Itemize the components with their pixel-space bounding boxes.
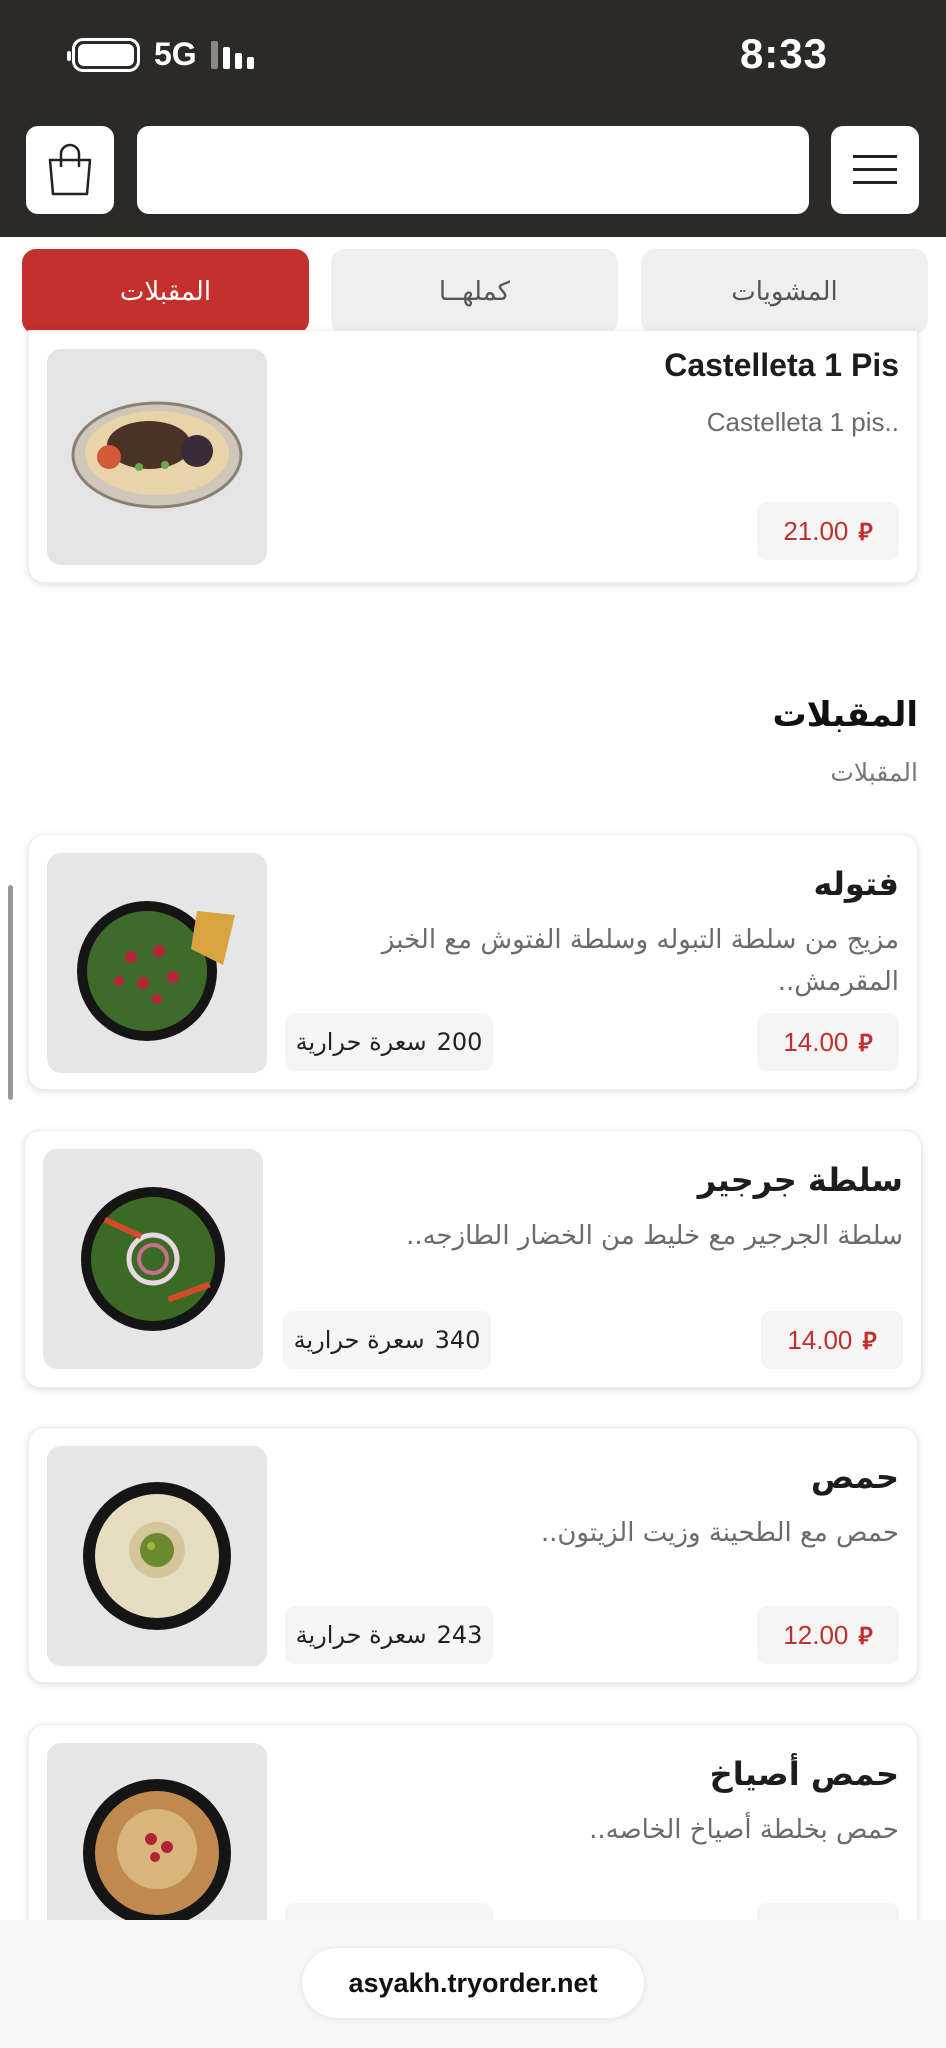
item-title: Castelleta 1 Pis <box>664 347 899 383</box>
app-header: 5G 8:33 <box>0 0 946 237</box>
item-title: سلطة جرجير <box>697 1161 903 1199</box>
item-description: مزيج من سلطة التبوله وسلطة الفتوش مع الخ… <box>381 925 899 997</box>
riyal-icon: ⃁ <box>858 517 873 546</box>
calories-value: 200 <box>436 1028 483 1056</box>
tab-grills[interactable]: المشويات <box>641 249 928 334</box>
item-image <box>43 1149 263 1369</box>
item-image <box>47 1446 267 1666</box>
section-subtitle: المقبلات <box>830 758 918 787</box>
calories-badge: 243 سعرة حرارية <box>285 1606 493 1664</box>
calories-unit: سعرة حرارية <box>295 1621 427 1649</box>
price-value: 14.00 <box>787 1324 853 1355</box>
item-image <box>47 853 267 1073</box>
signal-icon <box>210 40 254 69</box>
hamburger-menu-icon <box>853 155 897 184</box>
price-badge: 12.00 ⃁ <box>757 1606 899 1664</box>
calories-badge: 200 سعرة حرارية <box>285 1013 493 1071</box>
scroll-indicator[interactable] <box>8 885 13 1100</box>
item-image <box>47 349 267 565</box>
menu-item-card[interactable]: حمص حمص مع الطحينة وزيت الزيتون.. 12.00 … <box>28 1427 918 1683</box>
menu-item-card[interactable]: سلطة جرجير سلطة الجرجير مع خليط من الخضا… <box>24 1130 922 1388</box>
shopping-bag-icon <box>48 143 92 196</box>
price-value: 21.00 <box>783 515 849 546</box>
url-bar[interactable]: asyakh.tryorder.net <box>302 1948 644 2018</box>
riyal-icon: ⃁ <box>858 1028 873 1057</box>
item-title: حمص أصياخ <box>709 1755 899 1793</box>
menu-button[interactable] <box>831 126 919 214</box>
calories-value: 243 <box>436 1621 483 1649</box>
tab-all[interactable]: كملهــا <box>331 249 618 334</box>
price-badge: 21.00 ⃁ <box>757 502 899 560</box>
tab-appetizers[interactable]: المقبلات <box>22 249 309 334</box>
network-label: 5G <box>154 36 197 72</box>
price-badge: 14.00 ⃁ <box>757 1013 899 1071</box>
menu-item-card[interactable]: فتوله مزيج من سلطة التبوله وسلطة الفتوش … <box>28 834 918 1090</box>
item-title: حمص <box>810 1458 899 1496</box>
calories-value: 340 <box>434 1326 481 1354</box>
search-input[interactable] <box>137 126 809 214</box>
status-left: 5G <box>67 36 254 73</box>
item-description: سلطة الجرجير مع خليط من الخضار الطازجه.. <box>406 1221 903 1251</box>
item-title: فتوله <box>813 865 900 903</box>
status-time: 8:33 <box>739 30 828 77</box>
cart-button[interactable] <box>26 126 114 214</box>
riyal-icon: ⃁ <box>858 1621 873 1650</box>
section-title: المقبلات <box>772 695 918 735</box>
price-badge: 14.00 ⃁ <box>761 1311 903 1369</box>
calories-unit: سعرة حرارية <box>293 1326 425 1354</box>
item-description: حمص بخلطة أصياخ الخاصه.. <box>589 1815 899 1845</box>
item-description: Castelleta 1 pis.. <box>706 407 899 437</box>
price-value: 14.00 <box>783 1026 849 1057</box>
item-description: حمص مع الطحينة وزيت الزيتون.. <box>540 1518 899 1548</box>
calories-unit: سعرة حرارية <box>295 1028 427 1056</box>
riyal-icon: ⃁ <box>862 1326 877 1355</box>
price-value: 12.00 <box>783 1619 849 1650</box>
calories-badge: 340 سعرة حرارية <box>283 1311 491 1369</box>
menu-item-card[interactable]: Castelleta 1 Pis Castelleta 1 pis.. 21.0… <box>28 330 918 583</box>
battery-icon <box>67 37 140 72</box>
